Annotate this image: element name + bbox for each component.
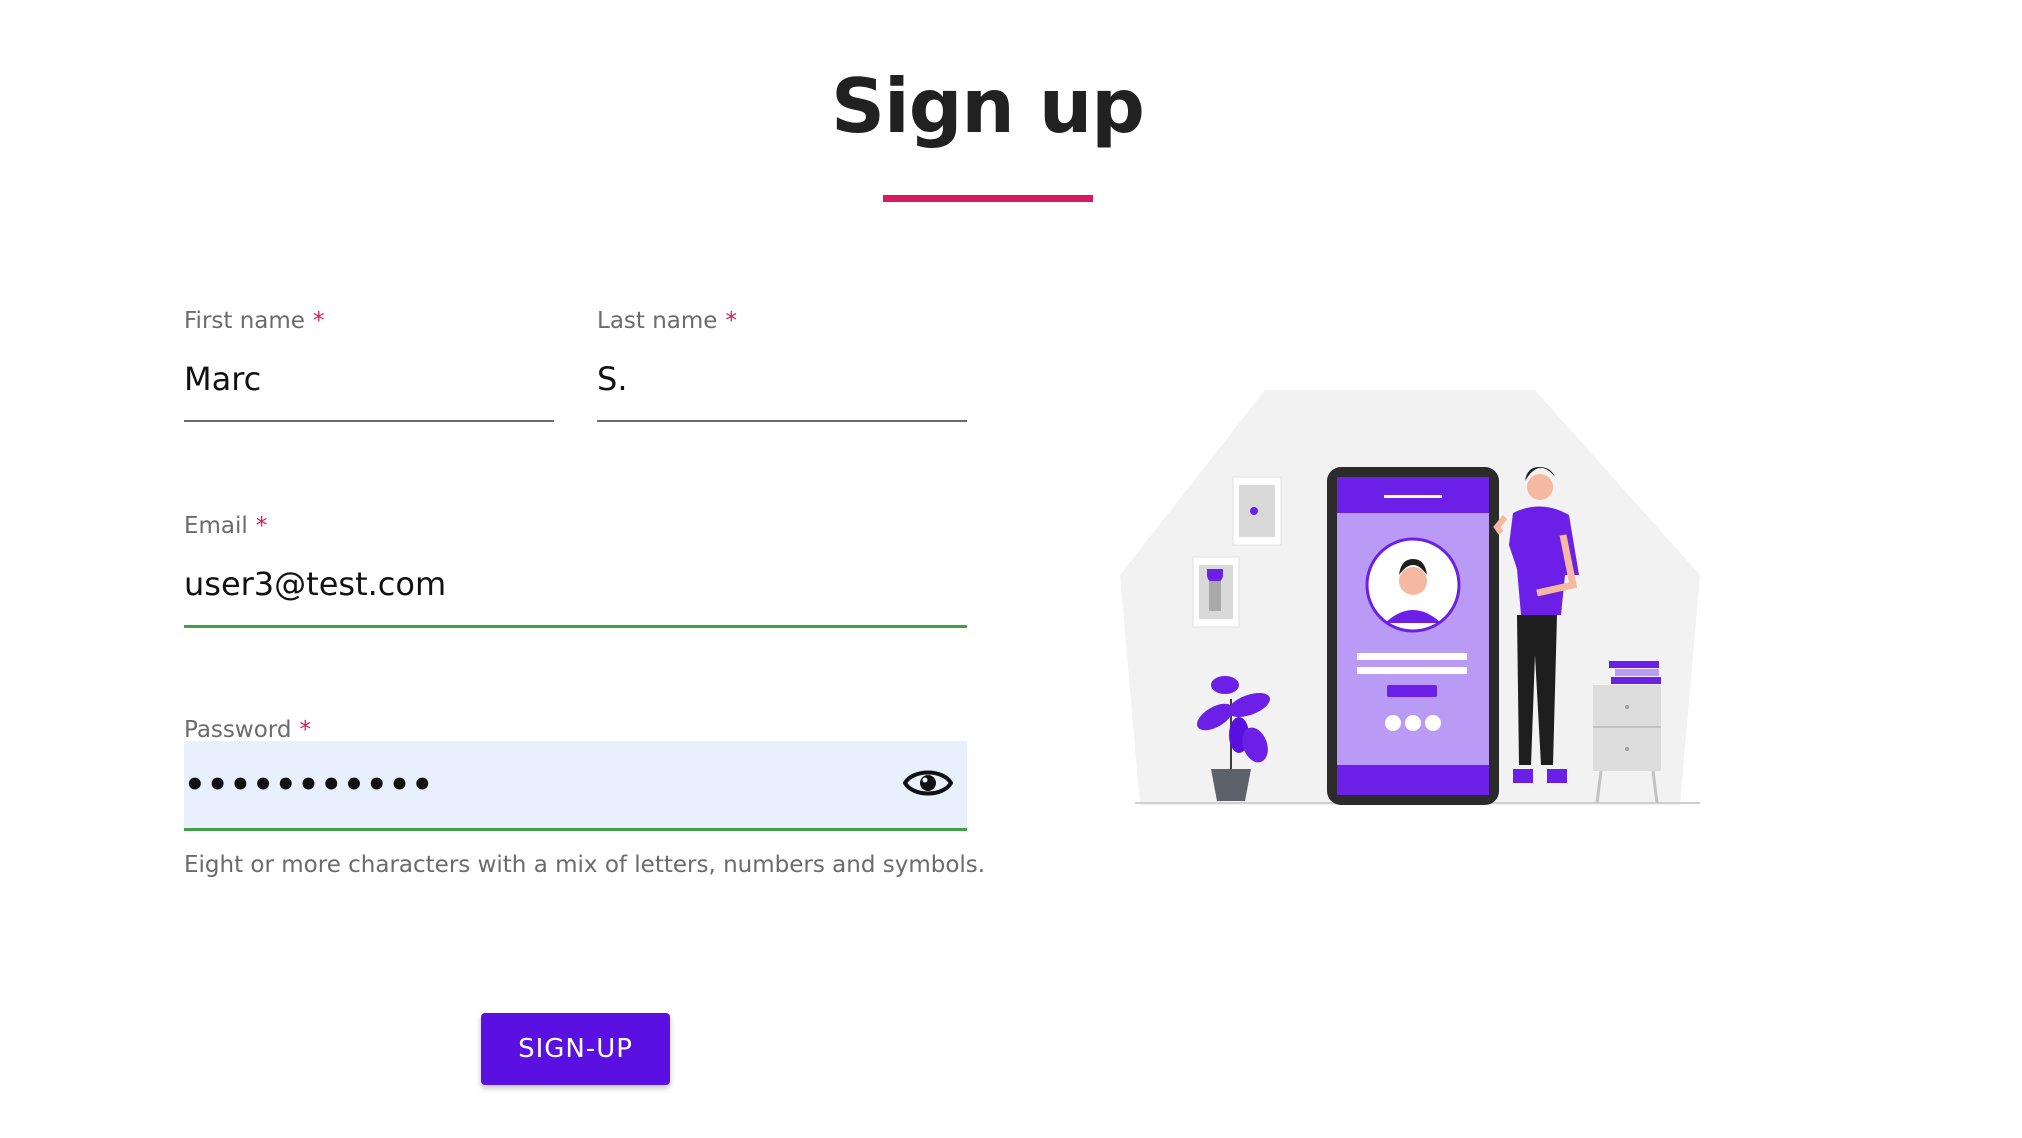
last-name-input[interactable]: S.	[597, 360, 627, 398]
email-input[interactable]: user3@test.com	[184, 565, 446, 603]
first-name-label: First name *	[184, 308, 554, 334]
password-underline	[184, 828, 967, 831]
title-underline	[883, 195, 1093, 202]
first-name-input[interactable]: Marc	[184, 360, 261, 398]
last-name-field[interactable]: Last name * S.	[597, 308, 967, 422]
last-name-label-text: Last name	[597, 308, 718, 334]
password-label-text: Password	[184, 717, 292, 743]
email-label-text: Email	[184, 513, 248, 539]
required-asterisk: *	[255, 513, 268, 539]
phone-mockup	[1327, 467, 1499, 805]
password-masked-value: •••••••••••	[184, 765, 435, 805]
eye-icon[interactable]	[903, 765, 953, 801]
signup-illustration	[1120, 390, 1700, 805]
last-name-underline	[597, 420, 967, 422]
wall-frame-bottom	[1192, 556, 1240, 628]
first-name-label-text: First name	[184, 308, 305, 334]
first-name-field[interactable]: First name * Marc	[184, 308, 554, 422]
email-field[interactable]: Email * user3@test.com	[184, 513, 967, 628]
required-asterisk: *	[312, 308, 325, 334]
page-title: Sign up	[831, 62, 1145, 150]
email-label: Email *	[184, 513, 967, 539]
password-field[interactable]: Password * •••••••••••	[184, 717, 967, 831]
sign-up-button[interactable]: SIGN-UP	[481, 1013, 670, 1085]
first-name-underline	[184, 420, 554, 422]
required-asterisk: *	[725, 308, 737, 334]
email-underline	[184, 625, 967, 628]
required-asterisk: *	[299, 717, 311, 743]
password-input[interactable]: •••••••••••	[184, 741, 967, 828]
password-label: Password *	[184, 717, 967, 743]
last-name-label: Last name *	[597, 308, 967, 334]
wall-frame-top	[1232, 476, 1282, 546]
password-helper-text: Eight or more characters with a mix of l…	[184, 852, 986, 878]
